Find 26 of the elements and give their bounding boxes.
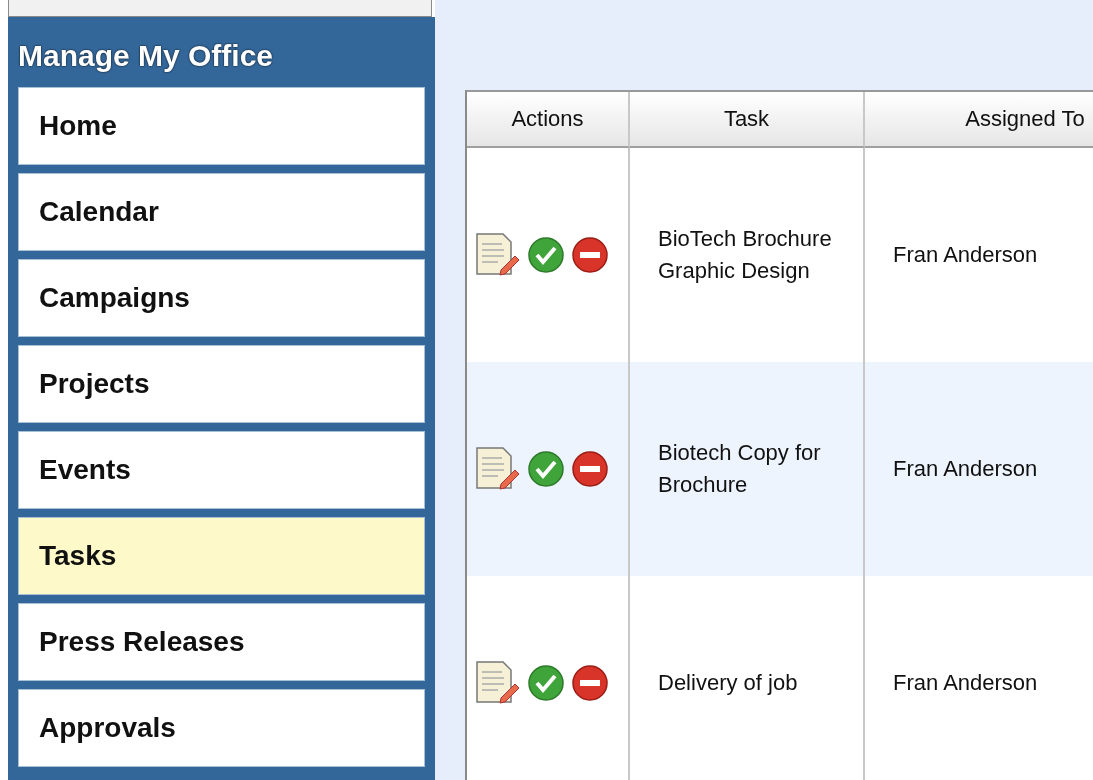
document-pencil-icon[interactable] — [475, 232, 521, 278]
table-cell-text: Fran Anderson — [892, 669, 1038, 697]
minus-icon[interactable] — [571, 236, 609, 274]
check-icon[interactable] — [527, 664, 565, 702]
table-cell-text: Fran Anderson — [892, 241, 1038, 269]
check-icon[interactable] — [527, 236, 565, 274]
document-pencil-icon[interactable] — [475, 446, 521, 492]
sidebar-item[interactable]: Press Releases — [18, 603, 425, 681]
sidebar-item[interactable]: Events — [18, 431, 425, 509]
sidebar-item[interactable]: Projects — [18, 345, 425, 423]
document-pencil-icon[interactable] — [475, 660, 521, 706]
sidebar-item[interactable]: Tasks — [18, 517, 425, 595]
table-cell-text: Delivery of job — [657, 669, 798, 697]
check-icon[interactable] — [527, 450, 565, 488]
table-cell-text: Biotech Copy for Brochure — [657, 439, 822, 499]
column-header[interactable]: Actions — [467, 92, 630, 148]
sidebar-title: Manage My Office — [17, 38, 275, 74]
table-cell-text: BioTech Brochure Graphic Design — [657, 225, 833, 285]
minus-icon[interactable] — [571, 450, 609, 488]
table-cell-text: Fran Anderson — [892, 455, 1038, 483]
minus-icon[interactable] — [571, 664, 609, 702]
sidebar-item[interactable]: Campaigns — [18, 259, 425, 337]
column-header[interactable]: Task — [630, 92, 865, 148]
sidebar-item[interactable]: Approvals — [18, 689, 425, 767]
sidebar-item[interactable]: Calendar — [18, 173, 425, 251]
sidebar-item[interactable]: Home — [18, 87, 425, 165]
